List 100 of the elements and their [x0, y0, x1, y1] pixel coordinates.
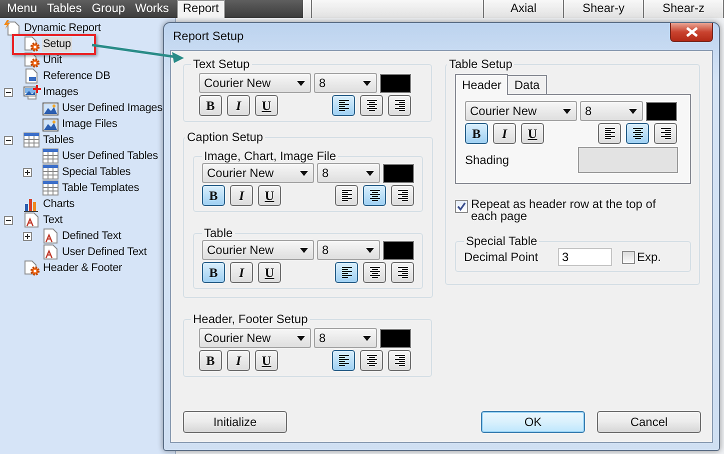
- menu-item[interactable]: Report: [176, 0, 225, 18]
- tab[interactable]: Header: [455, 74, 508, 95]
- tree-item[interactable]: Special Tables: [61, 164, 132, 180]
- menu-item[interactable]: Menu: [2, 1, 42, 18]
- italic-button[interactable]: I: [230, 262, 253, 283]
- menu-item[interactable]: Works: [130, 1, 174, 18]
- underline-button[interactable]: U: [258, 262, 281, 283]
- align-right-button[interactable]: [388, 350, 411, 371]
- size-dropdown[interactable]: 8: [314, 328, 377, 348]
- bar-chart-icon: [23, 196, 41, 212]
- size-dropdown[interactable]: 8: [317, 163, 380, 183]
- underline-button[interactable]: U: [255, 95, 278, 116]
- size-dropdown[interactable]: 8: [317, 240, 380, 260]
- color-swatch[interactable]: [383, 240, 414, 260]
- tree-item[interactable]: User Defined Tables: [61, 148, 159, 164]
- color-swatch[interactable]: [383, 164, 414, 182]
- field-label: Decimal Point: [464, 250, 540, 264]
- input-field[interactable]: 3: [558, 248, 612, 266]
- menu-item[interactable]: Tables: [42, 1, 87, 18]
- align-right-icon: [394, 354, 406, 367]
- document-gear-icon: [23, 260, 41, 276]
- checkbox[interactable]: [455, 200, 468, 213]
- tree-item[interactable]: Header & Footer: [42, 260, 124, 276]
- text-document-icon: [23, 212, 41, 228]
- align-center-icon: [368, 189, 380, 202]
- align-right-button[interactable]: [654, 123, 677, 144]
- align-center-button[interactable]: [363, 262, 386, 283]
- size-dropdown[interactable]: 8: [314, 73, 377, 93]
- tree-item[interactable]: Image Files: [61, 116, 118, 132]
- menu-item[interactable]: Group: [86, 1, 130, 18]
- align-left-button[interactable]: [598, 123, 621, 144]
- font-dropdown[interactable]: Courier New: [199, 328, 311, 348]
- tree-item[interactable]: User Defined Text: [61, 244, 148, 260]
- align-right-icon: [394, 99, 406, 112]
- align-left-button[interactable]: [335, 262, 358, 283]
- underline-button[interactable]: U: [255, 350, 278, 371]
- align-left-button[interactable]: [332, 350, 355, 371]
- italic-button[interactable]: I: [227, 95, 250, 116]
- align-left-button[interactable]: [332, 95, 355, 116]
- align-left-icon: [340, 189, 352, 202]
- align-right-button[interactable]: [391, 185, 414, 206]
- align-left-button[interactable]: [335, 185, 358, 206]
- tree-item[interactable]: Text: [42, 212, 64, 228]
- color-swatch[interactable]: [380, 328, 411, 348]
- tree-item[interactable]: Unit: [42, 52, 63, 68]
- group-title: Header, Footer Setup: [192, 312, 309, 326]
- italic-button[interactable]: I: [227, 350, 250, 371]
- expander-icon[interactable]: [23, 168, 32, 176]
- color-swatch[interactable]: [646, 102, 677, 120]
- underline-button[interactable]: U: [521, 123, 544, 144]
- align-center-button[interactable]: [360, 95, 383, 116]
- group-title: Special Table: [465, 234, 538, 248]
- italic-button[interactable]: I: [230, 185, 253, 206]
- font-dropdown[interactable]: Courier New: [202, 163, 314, 183]
- bold-button[interactable]: B: [199, 350, 222, 371]
- tab[interactable]: Data: [508, 75, 547, 94]
- align-center-button[interactable]: [360, 350, 383, 371]
- expander-icon[interactable]: [4, 136, 13, 144]
- tree-item[interactable]: Setup: [42, 36, 72, 52]
- close-button[interactable]: [670, 23, 713, 42]
- dialog-button[interactable]: Cancel: [597, 411, 701, 433]
- tree-item[interactable]: Table Templates: [61, 180, 140, 196]
- bold-button[interactable]: B: [199, 95, 222, 116]
- underline-button[interactable]: U: [258, 185, 281, 206]
- text-document-icon: [42, 228, 60, 244]
- tree-item[interactable]: Charts: [42, 196, 76, 212]
- expander-icon[interactable]: [4, 216, 13, 224]
- align-center-button[interactable]: [626, 123, 649, 144]
- checkbox-label: Repeat as header row at the top of each page: [471, 198, 657, 222]
- checkmark-icon: [457, 202, 466, 211]
- group-title: Text Setup: [192, 57, 251, 71]
- size-dropdown[interactable]: 8: [580, 101, 643, 121]
- table-icon: [42, 180, 60, 196]
- align-left-icon: [340, 266, 352, 279]
- tree-item[interactable]: User Defined Images: [61, 100, 164, 116]
- tree-item[interactable]: Dynamic Report: [23, 20, 102, 36]
- bold-button[interactable]: B: [202, 185, 225, 206]
- color-swatch[interactable]: [380, 74, 411, 92]
- font-dropdown[interactable]: Courier New: [199, 73, 311, 93]
- tree-item[interactable]: Defined Text: [61, 228, 122, 244]
- tree-item[interactable]: Reference DB: [42, 68, 112, 84]
- align-right-button[interactable]: [391, 262, 414, 283]
- font-dropdown[interactable]: Courier New: [202, 240, 314, 260]
- caret-icon: [297, 80, 305, 86]
- align-center-button[interactable]: [363, 185, 386, 206]
- dialog-button[interactable]: OK: [481, 411, 585, 433]
- expander-icon[interactable]: [4, 88, 13, 96]
- bold-button[interactable]: B: [202, 262, 225, 283]
- checkbox[interactable]: [622, 250, 635, 264]
- tree-item[interactable]: Images: [42, 84, 80, 100]
- tree-item[interactable]: Tables: [42, 132, 75, 148]
- align-left-icon: [604, 127, 616, 140]
- font-dropdown[interactable]: Courier New: [465, 101, 577, 121]
- checkbox-label: Exp.: [637, 251, 662, 263]
- text-document-icon: [42, 244, 60, 260]
- italic-button[interactable]: I: [493, 123, 516, 144]
- align-right-button[interactable]: [388, 95, 411, 116]
- initialize-button[interactable]: Initialize: [183, 411, 287, 433]
- expander-icon[interactable]: [23, 232, 32, 240]
- bold-button[interactable]: B: [465, 123, 488, 144]
